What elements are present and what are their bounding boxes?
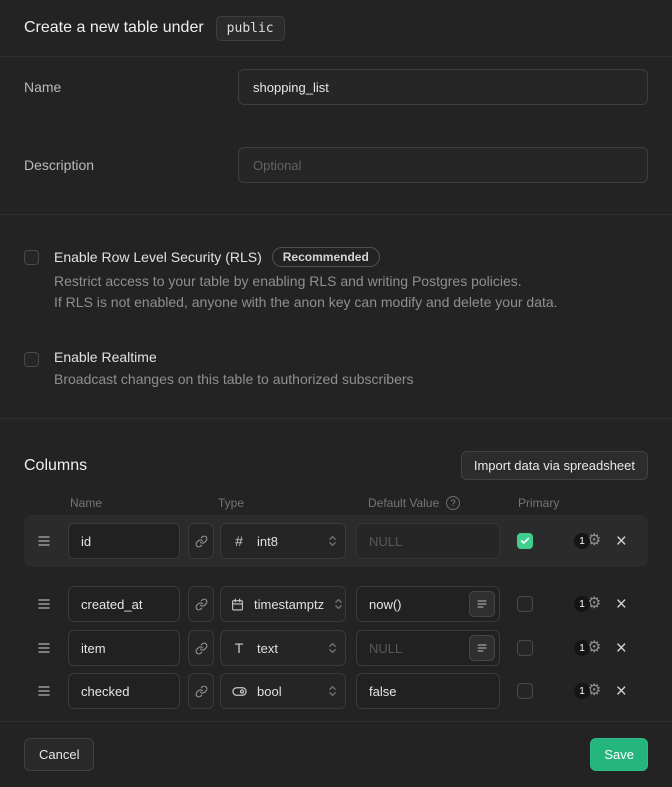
column-type-select[interactable]: T text xyxy=(220,630,346,666)
header-default-value-label: Default Value xyxy=(368,496,439,510)
chevron-up-down-icon xyxy=(328,684,337,698)
foreign-key-link-icon[interactable] xyxy=(188,523,214,559)
name-label: Name xyxy=(24,79,238,95)
foreign-key-link-icon[interactable] xyxy=(188,586,214,622)
header-name: Name xyxy=(70,496,218,510)
help-icon[interactable]: ? xyxy=(446,496,460,510)
foreign-key-link-icon[interactable] xyxy=(188,673,214,709)
dialog-header: Create a new table under public xyxy=(0,0,672,57)
column-type-label: int8 xyxy=(257,534,318,549)
column-row-checked: bool 1 ⚙ × xyxy=(24,673,648,709)
column-type-select[interactable]: # int8 xyxy=(220,523,346,559)
rls-label-row: Enable Row Level Security (RLS) Recommen… xyxy=(54,247,558,267)
chevron-up-down-icon xyxy=(334,597,343,611)
column-name-input[interactable] xyxy=(68,586,180,622)
schema-badge: public xyxy=(216,16,285,41)
recommended-badge: Recommended xyxy=(272,247,380,267)
column-name-input[interactable] xyxy=(68,630,180,666)
column-name-input[interactable] xyxy=(68,523,180,559)
column-headers: Name Type Default Value ? Primary xyxy=(24,496,648,510)
realtime-checkbox[interactable] xyxy=(24,352,39,367)
column-type-label: timestamptz xyxy=(254,597,324,612)
primary-checkbox[interactable] xyxy=(517,640,533,656)
default-suggestions-button[interactable] xyxy=(469,635,495,661)
column-settings-button[interactable]: 1 ⚙ xyxy=(574,596,601,612)
drag-handle-icon[interactable] xyxy=(38,599,50,609)
column-row-created-at: timestamptz 1 ⚙ × xyxy=(24,586,648,622)
header-type: Type xyxy=(218,496,368,510)
table-description-input[interactable] xyxy=(238,147,648,183)
default-value-input[interactable] xyxy=(356,673,500,709)
delete-column-icon[interactable]: × xyxy=(613,639,629,658)
primary-checkbox[interactable] xyxy=(517,596,533,612)
columns-head: Columns Import data via spreadsheet xyxy=(24,451,648,480)
rls-option: Enable Row Level Security (RLS) Recommen… xyxy=(24,247,648,313)
settings-count-badge: 1 xyxy=(574,533,590,549)
dialog-title: Create a new table under xyxy=(24,19,204,37)
settings-count-badge: 1 xyxy=(574,683,590,699)
calendar-icon xyxy=(231,598,244,611)
rls-description-line1: Restrict access to your table by enablin… xyxy=(54,271,558,292)
name-field-row: Name xyxy=(24,69,648,105)
realtime-label: Enable Realtime xyxy=(54,349,157,365)
column-name-input[interactable] xyxy=(68,673,180,709)
table-name-input[interactable] xyxy=(238,69,648,105)
realtime-option-content: Enable Realtime Broadcast changes on thi… xyxy=(54,349,414,390)
default-value-wrap xyxy=(356,523,500,559)
default-value-wrap xyxy=(356,630,500,666)
rls-label: Enable Row Level Security (RLS) xyxy=(54,249,262,265)
toggle-icon xyxy=(231,686,247,697)
rls-description-line2: If RLS is not enabled, anyone with the a… xyxy=(54,292,558,313)
drag-handle-icon[interactable] xyxy=(38,686,50,696)
header-primary: Primary xyxy=(518,496,559,510)
foreign-key-link-icon[interactable] xyxy=(188,630,214,666)
columns-section: Columns Import data via spreadsheet Name… xyxy=(0,419,672,722)
realtime-option: Enable Realtime Broadcast changes on thi… xyxy=(24,349,648,390)
rls-checkbox[interactable] xyxy=(24,250,39,265)
column-type-select[interactable]: bool xyxy=(220,673,346,709)
description-label: Description xyxy=(24,157,238,173)
drag-handle-icon[interactable] xyxy=(38,643,50,653)
settings-count-badge: 1 xyxy=(574,596,590,612)
save-button[interactable]: Save xyxy=(590,738,648,771)
column-row-id: # int8 1 ⚙ × xyxy=(24,515,648,567)
delete-column-icon[interactable]: × xyxy=(613,682,629,701)
columns-title: Columns xyxy=(24,457,87,475)
import-spreadsheet-button[interactable]: Import data via spreadsheet xyxy=(461,451,648,480)
column-row-item: T text 1 ⚙ × xyxy=(24,630,648,666)
column-type-label: text xyxy=(257,641,318,656)
default-value-wrap xyxy=(356,586,500,622)
column-settings-button[interactable]: 1 ⚙ xyxy=(574,533,601,549)
hash-icon: # xyxy=(231,533,247,549)
primary-checkbox[interactable] xyxy=(517,683,533,699)
rls-description: Restrict access to your table by enablin… xyxy=(54,271,558,313)
options-section: Enable Row Level Security (RLS) Recommen… xyxy=(0,215,672,419)
default-value-wrap xyxy=(356,673,500,709)
fields-section: Name Description xyxy=(0,57,672,215)
default-value-input[interactable] xyxy=(356,523,500,559)
column-type-label: bool xyxy=(257,684,318,699)
header-default-value: Default Value ? xyxy=(368,496,518,510)
text-type-icon: T xyxy=(231,640,247,656)
realtime-label-row: Enable Realtime xyxy=(54,349,414,365)
rls-option-content: Enable Row Level Security (RLS) Recommen… xyxy=(54,247,558,313)
settings-count-badge: 1 xyxy=(574,640,590,656)
chevron-up-down-icon xyxy=(328,641,337,655)
delete-column-icon[interactable]: × xyxy=(613,595,629,614)
primary-checkbox[interactable] xyxy=(517,533,533,549)
column-settings-button[interactable]: 1 ⚙ xyxy=(574,640,601,656)
cancel-button[interactable]: Cancel xyxy=(24,738,94,771)
realtime-description: Broadcast changes on this table to autho… xyxy=(54,369,414,390)
column-type-select[interactable]: timestamptz xyxy=(220,586,346,622)
dialog-footer: Cancel Save xyxy=(0,722,672,786)
delete-column-icon[interactable]: × xyxy=(613,532,629,551)
description-field-row: Description xyxy=(24,147,648,183)
default-suggestions-button[interactable] xyxy=(469,591,495,617)
chevron-up-down-icon xyxy=(328,534,337,548)
column-settings-button[interactable]: 1 ⚙ xyxy=(574,683,601,699)
drag-handle-icon[interactable] xyxy=(38,536,50,546)
